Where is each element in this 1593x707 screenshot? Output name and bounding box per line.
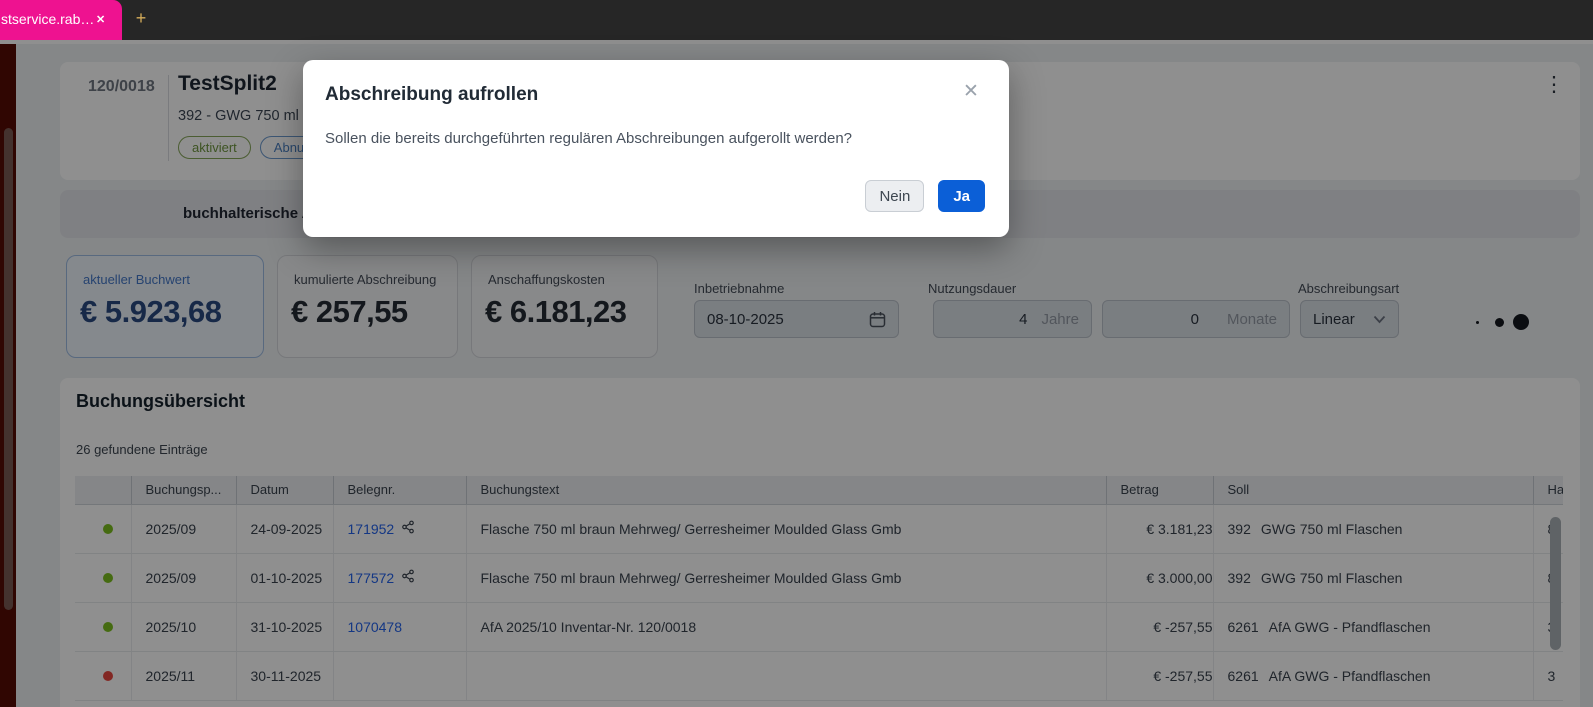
- tab-close-icon[interactable]: ✕: [96, 13, 105, 26]
- dialog-title: Abschreibung aufrollen: [325, 84, 538, 106]
- browser-tab[interactable]: stservice.rab… ✕: [0, 0, 122, 40]
- confirm-dialog: Abschreibung aufrollen ✕ Sollen die bere…: [303, 60, 1009, 237]
- browser-tabbar: stservice.rab… ✕ +: [0, 0, 1593, 40]
- ja-button[interactable]: Ja: [938, 180, 985, 212]
- browser-tab-title: stservice.rab…: [1, 11, 95, 27]
- new-tab-button[interactable]: +: [130, 8, 152, 29]
- dialog-actions: Nein Ja: [865, 180, 985, 212]
- dialog-message: Sollen die bereits durchgeführten regulä…: [325, 130, 852, 147]
- nein-button[interactable]: Nein: [865, 180, 924, 212]
- close-icon[interactable]: ✕: [963, 80, 979, 103]
- page: 120/0018 TestSplit2 392 - GWG 750 ml akt…: [0, 44, 1593, 707]
